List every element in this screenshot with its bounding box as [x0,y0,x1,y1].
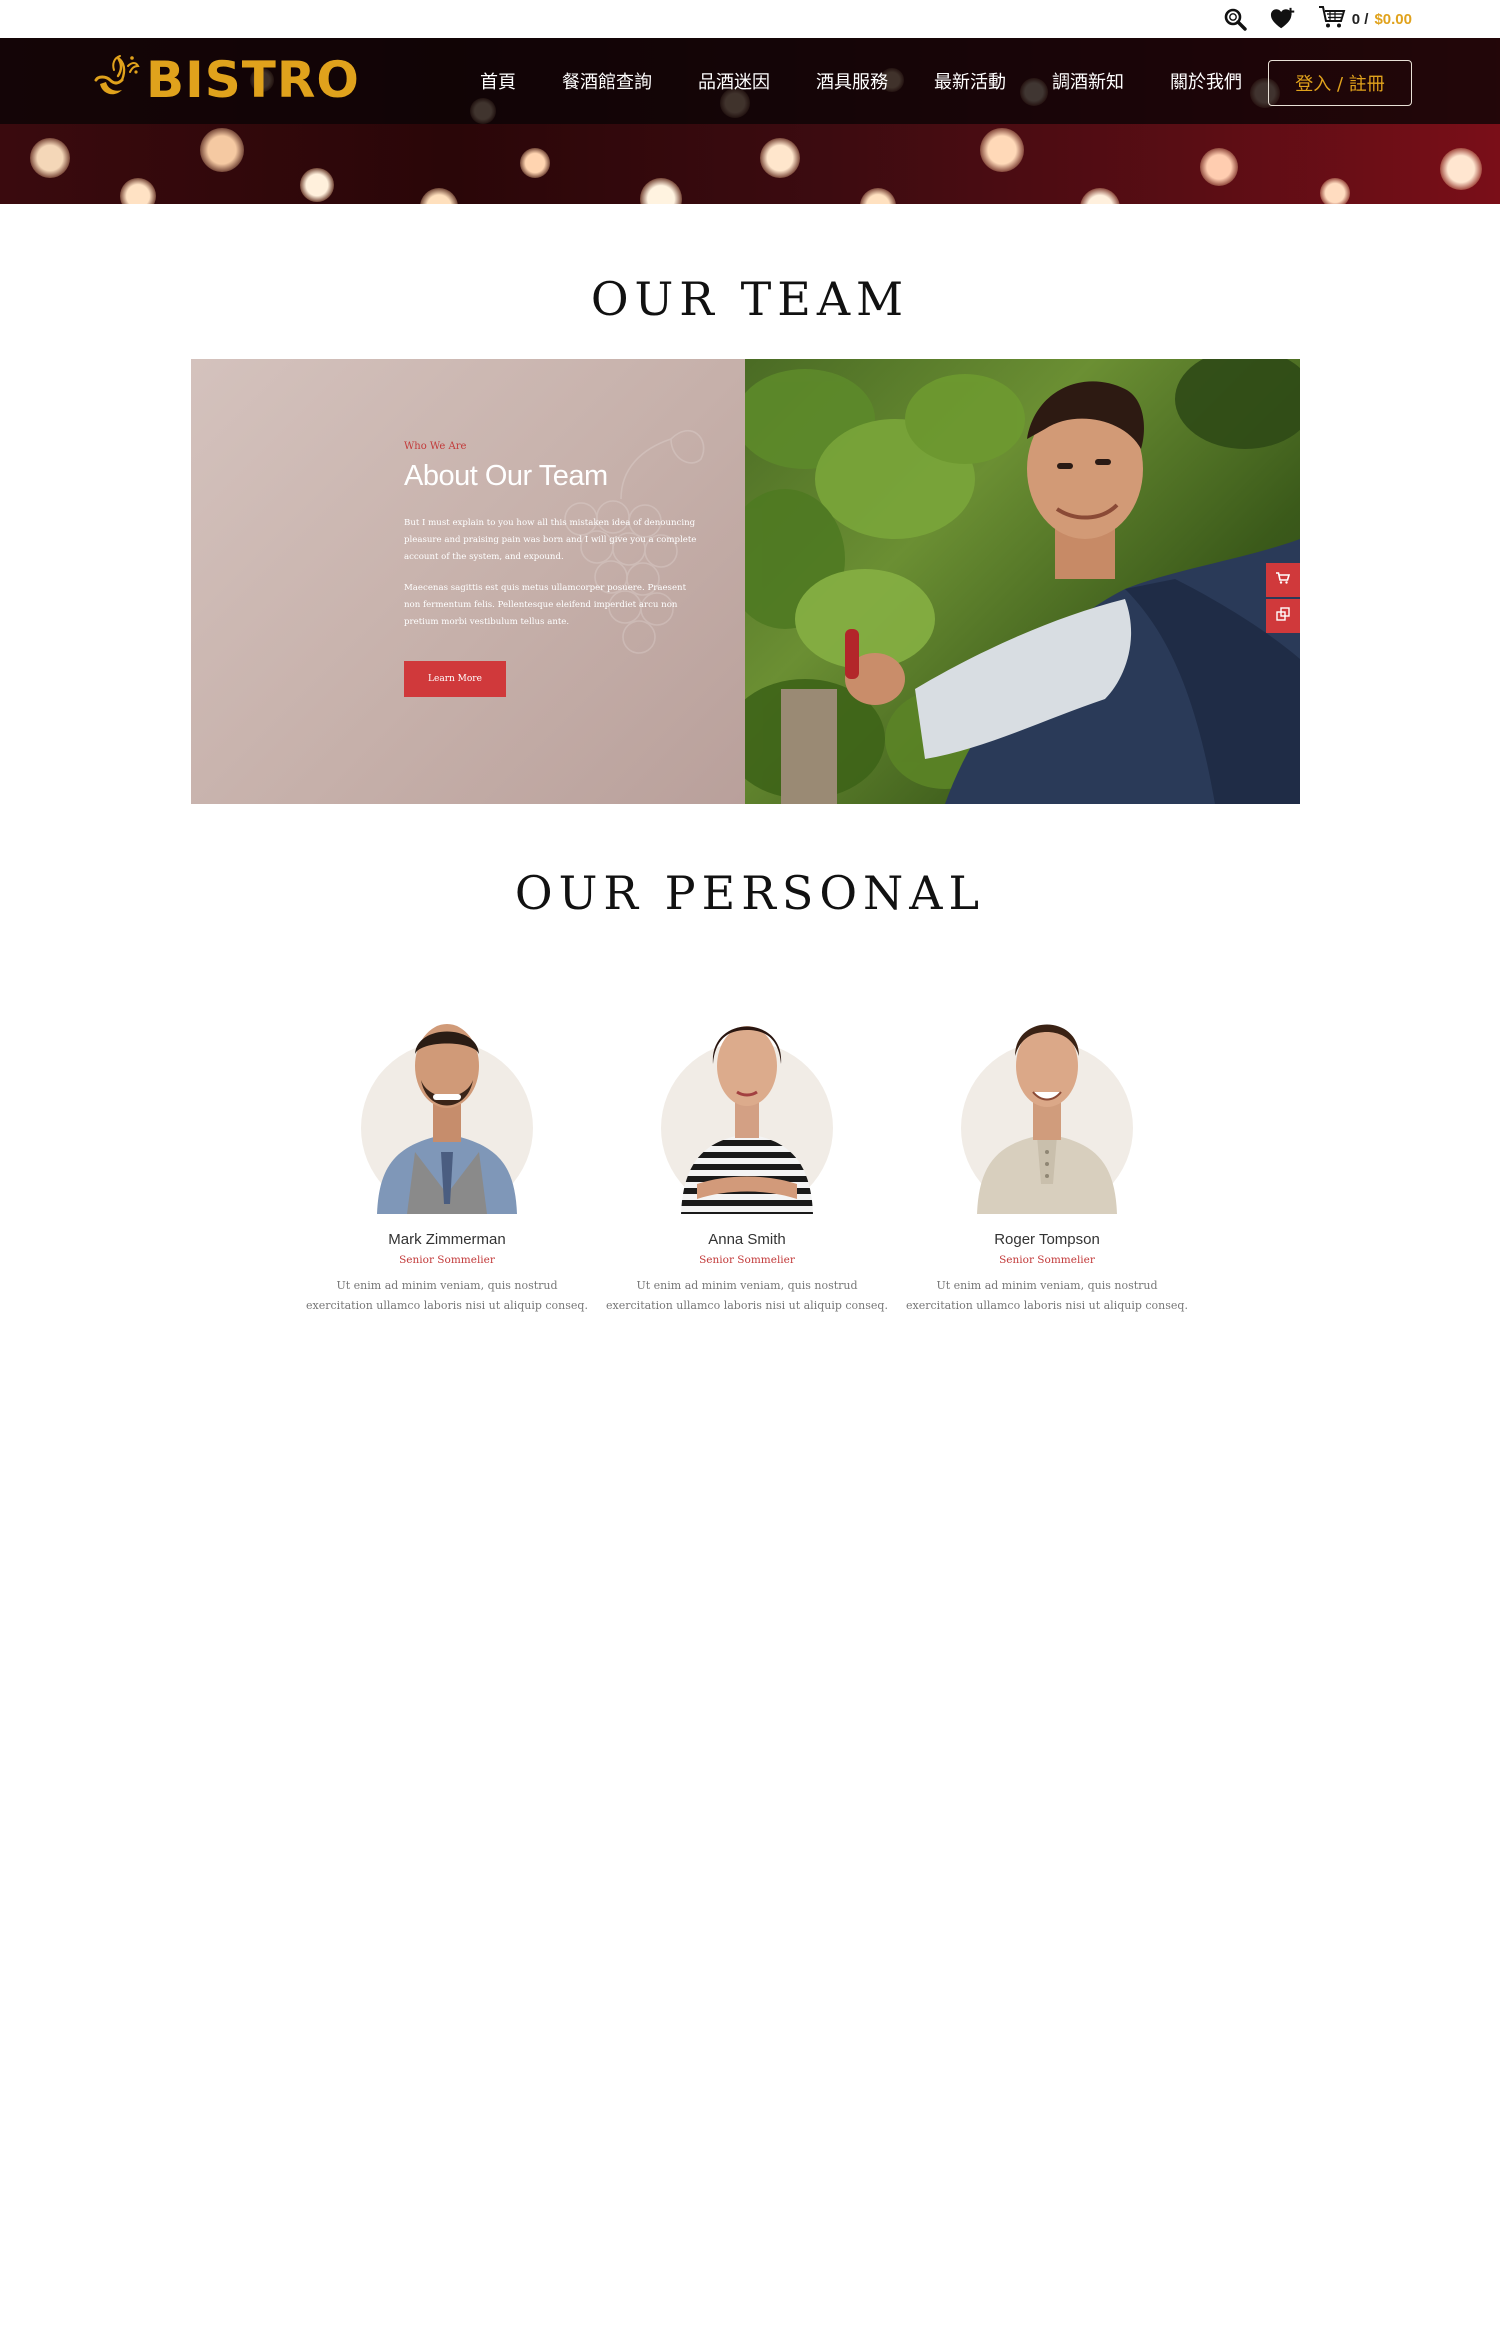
person-card: Mark Zimmerman Senior Sommelier Ut enim … [302,984,592,1316]
person-bio: Ut enim ad minim veniam, quis nostrud ex… [606,1279,888,1312]
bokeh-light [420,188,458,204]
nav-item-home[interactable]: 首頁 [480,68,516,94]
mini-cart[interactable]: 0 / $0.00 [1318,5,1412,34]
side-cart-tab[interactable] [1266,563,1300,597]
person-bio: Ut enim ad minim veniam, quis nostrud ex… [306,1279,588,1312]
person-name: Mark Zimmerman [388,1231,506,1248]
team-paragraph-1: But I must explain to you how all this m… [404,518,697,562]
bokeh-light [1320,178,1350,204]
nav-item-cocktail-news[interactable]: 調酒新知 [1052,68,1124,94]
logo[interactable]: BISTRO [92,50,360,111]
nav-menu: 首頁 餐酒館查詢 品酒迷因 酒具服務 最新活動 調酒新知 關於我們 [480,38,1242,124]
avatar [657,984,837,1214]
bokeh-light [520,148,550,178]
vineyard-photo-illustration [745,359,1300,804]
person-role: Senior Sommelier [699,1254,795,1266]
bokeh-light [1200,148,1238,186]
person-role: Senior Sommelier [999,1254,1095,1266]
person-role: Senior Sommelier [399,1254,495,1266]
nav-item-bar-service[interactable]: 酒具服務 [816,68,888,94]
bokeh-light [30,138,70,178]
hero-banner: BISTRO 首頁 餐酒館查詢 品酒迷因 酒具服務 最新活動 調酒新知 關於我們… [0,38,1500,204]
cart-total: $0.00 [1374,10,1412,28]
cart-icon [1318,5,1346,34]
personal-list: Mark Zimmerman Senior Sommelier Ut enim … [302,984,1202,1344]
person-card: Roger Tompson Senior Sommelier Ut enim a… [902,984,1192,1316]
sommelier-photo [745,359,1300,804]
avatar [957,984,1137,1214]
bokeh-light [980,128,1024,172]
nav-item-events[interactable]: 最新活動 [934,68,1006,94]
about-team-block: Who We Are About Our Team But I must exp… [191,359,1300,804]
personal-section-title: OUR PERSONAL [514,866,986,920]
person-name: Roger Tompson [994,1231,1100,1248]
person-name: Anna Smith [708,1231,786,1248]
bokeh-light [200,128,244,172]
utility-bar: 0 / $0.00 [0,0,1500,38]
search-icon[interactable] [1222,6,1248,32]
login-register-button[interactable]: 登入 / 註冊 [1268,60,1412,106]
bokeh-light [640,178,682,204]
logo-text: BISTRO [146,51,360,109]
about-team-panel: Who We Are About Our Team But I must exp… [191,359,745,804]
bokeh-light [300,168,334,202]
heart-plus-icon[interactable] [1270,6,1296,32]
nav-item-wine-memes[interactable]: 品酒迷因 [698,68,770,94]
main-nav: BISTRO 首頁 餐酒館查詢 品酒迷因 酒具服務 最新活動 調酒新知 關於我們… [0,38,1500,124]
bokeh-light [120,178,156,204]
team-section-title: OUR TEAM [590,272,910,326]
side-compare-tab[interactable] [1266,599,1300,633]
cart-count: 0 / [1351,10,1369,28]
cart-icon [1276,571,1291,589]
about-team-text: Who We Are About Our Team But I must exp… [404,441,704,697]
learn-more-button[interactable]: Learn More [404,661,506,697]
compare-icon [1276,606,1290,626]
nav-item-bistro-search[interactable]: 餐酒館查詢 [562,68,652,94]
nav-item-about[interactable]: 關於我們 [1170,68,1242,94]
bokeh-light [1440,148,1482,190]
side-tabs [1266,563,1300,635]
avatar [357,984,537,1214]
bokeh-light [860,188,896,204]
team-heading: About Our Team [404,460,608,492]
person-card: Anna Smith Senior Sommelier Ut enim ad m… [602,984,892,1316]
team-eyebrow: Who We Are [404,441,467,452]
team-paragraph-2: Maecenas sagittis est quis metus ullamco… [404,583,687,627]
bokeh-light [1080,188,1120,204]
bokeh-light [760,138,800,178]
utility-icons: 0 / $0.00 [1222,5,1412,34]
vine-logo-icon [92,50,142,111]
person-bio: Ut enim ad minim veniam, quis nostrud ex… [906,1279,1188,1312]
